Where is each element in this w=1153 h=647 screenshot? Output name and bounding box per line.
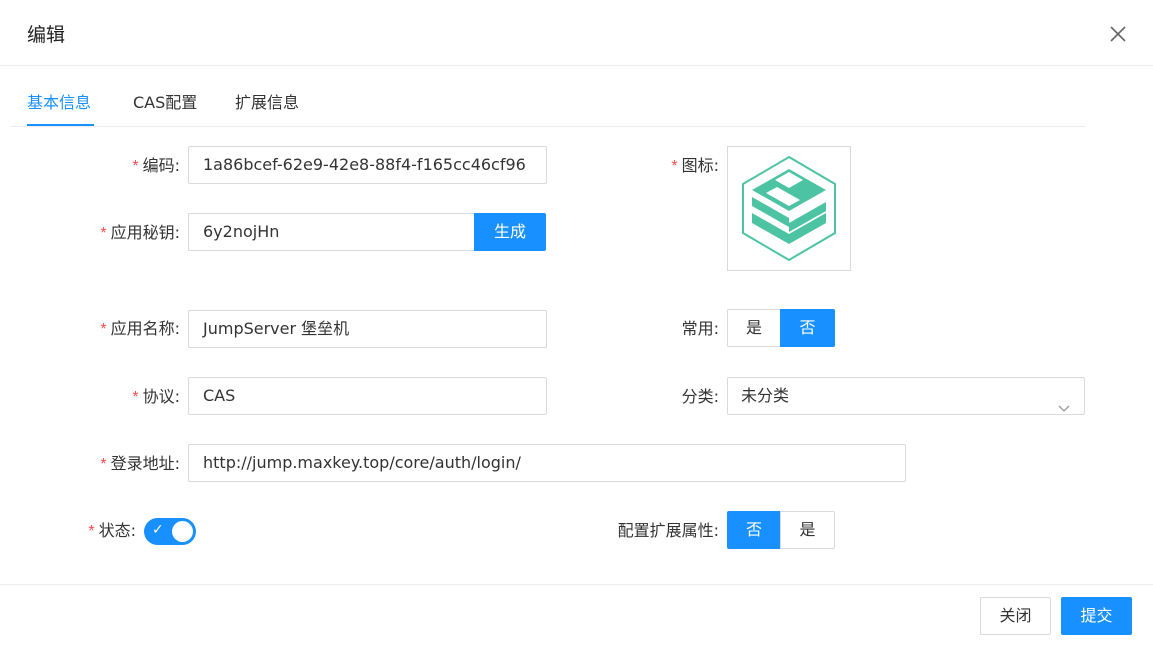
tab-extended-info[interactable]: 扩展信息 [235, 89, 299, 113]
secret-label: * 应用秘钥: [100, 223, 180, 242]
close-button[interactable]: 关闭 [980, 597, 1051, 635]
required-mark: * [100, 321, 107, 338]
required-mark: * [671, 158, 678, 175]
generate-secret-button[interactable]: 生成 [474, 213, 546, 251]
jumpserver-logo-icon [742, 155, 836, 262]
tab-active-indicator [27, 124, 94, 126]
ext-attr-label: 配置扩展属性: [617, 521, 719, 540]
frequent-yes-button[interactable]: 是 [727, 309, 781, 347]
icon-label: * 图标: [671, 156, 719, 175]
category-label: 分类: [681, 387, 719, 406]
protocol-field[interactable]: CAS [188, 377, 547, 415]
check-icon: ✓ [152, 522, 164, 538]
required-mark: * [100, 456, 107, 473]
required-mark: * [100, 225, 107, 242]
category-select[interactable]: 未分类 [727, 377, 1085, 415]
code-field[interactable]: 1a86bcef-62e9-42e8-88f4-f165cc46cf96 [188, 146, 547, 184]
toggle-knob [172, 521, 193, 542]
status-label: * 状态: [88, 521, 136, 540]
login-url-label: * 登录地址: [100, 454, 180, 473]
app-name-label: * 应用名称: [100, 319, 180, 338]
required-mark: * [132, 389, 139, 406]
tab-basic-info[interactable]: 基本信息 [27, 89, 91, 113]
app-name-field[interactable]: JumpServer 堡垒机 [188, 310, 547, 348]
required-mark: * [132, 158, 139, 175]
ext-attr-no-button[interactable]: 否 [727, 511, 781, 549]
chevron-down-icon [1058, 391, 1070, 414]
required-mark: * [88, 523, 95, 540]
footer-divider [0, 584, 1153, 585]
ext-attr-yes-button[interactable]: 是 [780, 511, 835, 549]
category-value: 未分类 [741, 386, 790, 405]
app-icon-preview[interactable] [727, 146, 851, 271]
dialog-title: 编辑 [27, 24, 66, 46]
status-toggle[interactable]: ✓ [144, 518, 196, 545]
tab-cas-config[interactable]: CAS配置 [133, 89, 197, 113]
submit-button[interactable]: 提交 [1061, 597, 1132, 635]
frequent-label: 常用: [681, 319, 719, 338]
code-label: * 编码: [132, 156, 180, 175]
dialog-header [0, 0, 1153, 66]
close-icon[interactable] [1106, 22, 1130, 46]
secret-field[interactable]: 6y2nojHn [188, 213, 475, 251]
protocol-label: * 协议: [132, 387, 180, 406]
frequent-no-button[interactable]: 否 [780, 309, 835, 347]
login-url-field[interactable]: http://jump.maxkey.top/core/auth/login/ [188, 444, 906, 482]
